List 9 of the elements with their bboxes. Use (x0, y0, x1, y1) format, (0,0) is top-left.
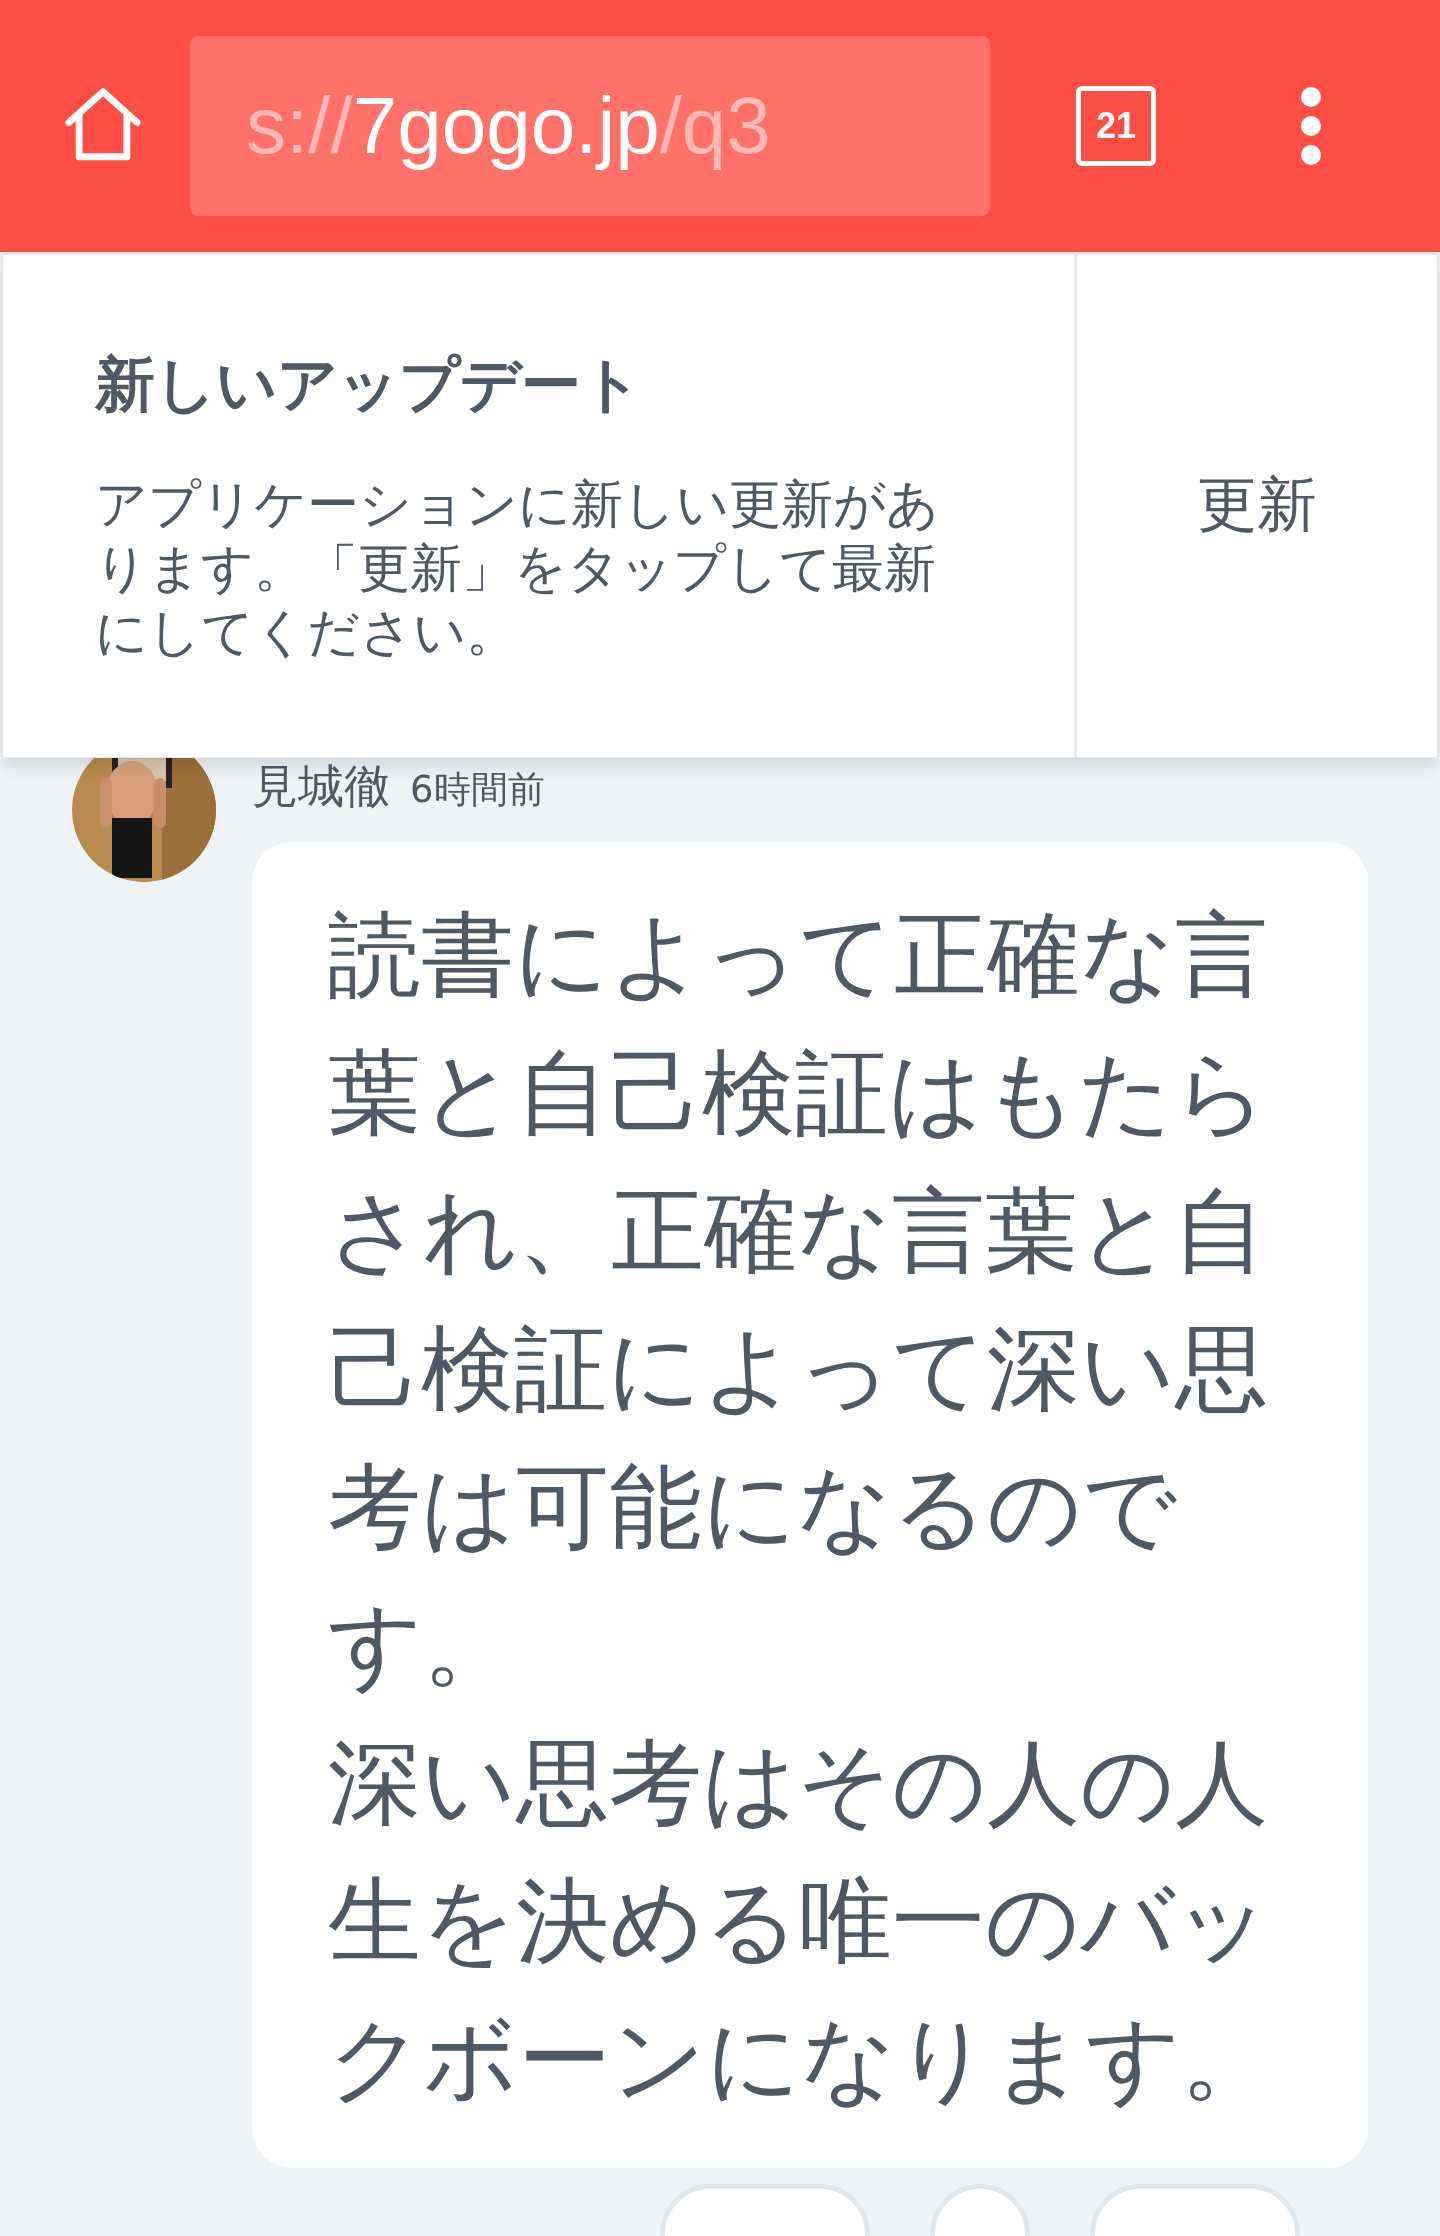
url-field[interactable]: s://7gogo.jp/q3 (190, 36, 990, 216)
tabs-button[interactable]: 21 (1076, 86, 1156, 166)
message-text: 読書によって正確な言葉と自己検証はもたらされ、正確な言葉と自己検証によって深い思考は可能になるのです。 (328, 900, 1269, 1701)
post-time: 6時間前 (410, 767, 545, 813)
menu-icon[interactable] (1300, 86, 1322, 166)
banner-message: アプリケーションに新しい更新があります。「更新」をタップして最新にしてください。 (95, 473, 940, 664)
author-name: 見城徹 (252, 758, 390, 815)
message-text: 深い思考はその人の人生を決める唯一のバックボーンになります。 (328, 1728, 1275, 2115)
banner-title: 新しいアップデート (95, 348, 643, 421)
